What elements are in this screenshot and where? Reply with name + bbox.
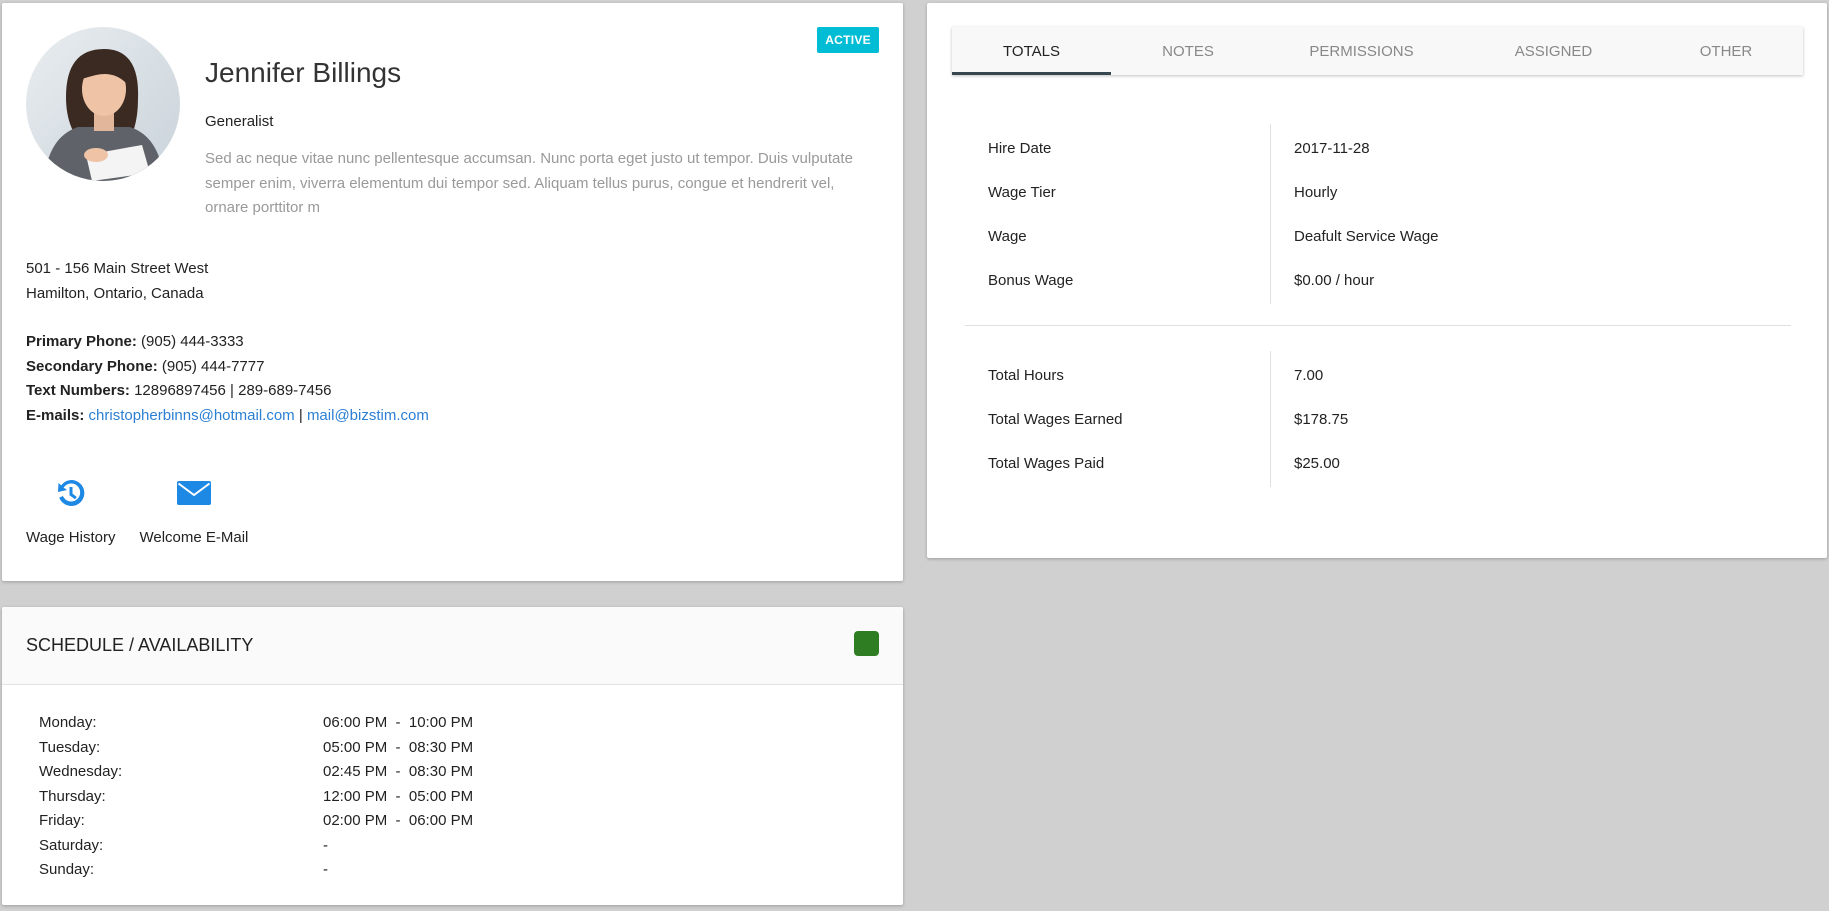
- schedule-card: SCHEDULE / AVAILABILITY Monday: 06:00 PM …: [2, 607, 903, 905]
- emails-separator: |: [298, 406, 303, 424]
- primary-phone-value: (905) 444-3333: [141, 333, 244, 350]
- tab-assigned[interactable]: ASSIGNED: [1458, 27, 1649, 75]
- details-card: TOTALS NOTES PERMISSIONS ASSIGNED OTHER Hire…: [927, 3, 1827, 558]
- schedule-row: Thursday: 12:00 PM - 05:00 PM: [39, 785, 903, 810]
- wage_info-row: Wage Tier Hourly: [988, 170, 1439, 214]
- schedule-day: Sunday:: [39, 861, 95, 878]
- schedule-day: Wednesday:: [39, 763, 123, 780]
- totals-label: Total Wages Earned: [988, 410, 1123, 428]
- tab-other[interactable]: OTHER: [1649, 27, 1803, 75]
- totals-row: Total Hours 7.00: [988, 353, 1348, 397]
- text-numbers-separator: |: [230, 382, 234, 399]
- welcome-email-label: Welcome E-Mail: [139, 529, 249, 546]
- wage_info-row: Hire Date 2017-11-28: [988, 126, 1439, 170]
- schedule-day: Saturday:: [39, 836, 104, 854]
- schedule-row: Monday: 06:00 PM - 10:00 PM: [39, 711, 903, 736]
- wage_info-label: Hire Date: [988, 139, 1052, 157]
- totals-row: Total Wages Earned $178.75: [988, 397, 1348, 441]
- schedule-list: Monday: 06:00 PM - 10:00 PM Tuesday: 05:00 …: [2, 685, 903, 883]
- schedule-day: Thursday:: [39, 787, 106, 805]
- welcome-email-button[interactable]: Welcome E-Mail: [139, 473, 248, 546]
- bio-block: Sed ac neque vitae nunc pellentesque acc…: [26, 147, 866, 221]
- wage_info-value: 2017-11-28: [1294, 139, 1370, 157]
- history-icon: [55, 473, 87, 513]
- tab-totals[interactable]: TOTALS: [952, 27, 1111, 75]
- schedule-row: Saturday: -: [39, 834, 903, 859]
- wage_info-value: Deafult Service Wage: [1294, 227, 1439, 245]
- schedule-row: Wednesday: 02:45 PM - 08:30 PM: [39, 760, 903, 785]
- schedule-row: Sunday: -: [39, 858, 903, 883]
- status-badge: ACTIVE: [817, 27, 879, 53]
- wage_info-label: Wage Tier: [988, 183, 1056, 201]
- emails-row: E-mails: christopherbinns@hotmail.com | …: [26, 404, 429, 429]
- schedule-hours: -: [323, 836, 328, 854]
- wage-history-button[interactable]: Wage History: [26, 473, 115, 546]
- schedule-title: SCHEDULE / AVAILABILITY: [26, 635, 254, 655]
- wage_info-row: Wage Deafult Service Wage: [988, 214, 1439, 258]
- text-number-1: 12896897456: [134, 382, 226, 399]
- schedule-row: Friday: 02:00 PM - 06:00 PM: [39, 809, 903, 834]
- schedule-hours: 02:00 PM - 06:00 PM: [323, 812, 474, 829]
- wage-history-label: Wage History: [26, 529, 116, 546]
- schedule-day: Friday:: [39, 812, 85, 829]
- address-line-2: Hamilton, Ontario, Canada: [26, 284, 204, 302]
- emails-label: E-mails:: [26, 406, 85, 424]
- schedule-day: Tuesday:: [39, 738, 101, 756]
- profile-name: Jennifer Billings: [205, 57, 402, 88]
- profile-card: ACTIVE Jennifer Billings Generalist Sed …: [2, 3, 903, 581]
- email-link-1[interactable]: christopherbinns@hotmail.com: [89, 407, 295, 424]
- tab-permissions[interactable]: PERMISSIONS: [1265, 27, 1458, 75]
- text-number-2: 289-689-7456: [238, 382, 332, 399]
- schedule-hours: 12:00 PM - 05:00 PM: [323, 787, 474, 805]
- envelope-icon: [176, 473, 211, 513]
- totals-value: $25.00: [1294, 454, 1340, 472]
- totals-value: 7.00: [1294, 366, 1324, 384]
- schedule-hours: -: [323, 861, 328, 878]
- schedule-hours: 02:45 PM - 08:30 PM: [323, 763, 474, 780]
- profile-actions: Wage History Welcome E-Mail: [26, 473, 248, 546]
- schedule-header: SCHEDULE / AVAILABILITY: [2, 607, 903, 685]
- text-numbers-label: Text Numbers:: [26, 382, 130, 399]
- totals-table: Total Hours 7.00 Total Wages Earned $178.75…: [988, 353, 1348, 485]
- wage_info-value: Hourly: [1294, 183, 1338, 201]
- address-line-1: 501 - 156 Main Street West: [26, 260, 209, 277]
- wage_info-label: Wage: [988, 227, 1027, 245]
- schedule-status-toggle[interactable]: [854, 631, 879, 656]
- wage_info-label: Bonus Wage: [988, 271, 1074, 289]
- details-tabs: TOTALS NOTES PERMISSIONS ASSIGNED OTHER: [952, 27, 1803, 75]
- profile-role: Generalist: [205, 113, 274, 130]
- totals-label: Total Wages Paid: [988, 454, 1105, 472]
- secondary-phone-value: (905) 444-7777: [161, 357, 265, 375]
- secondary-phone-label: Secondary Phone:: [26, 357, 158, 375]
- totals-row: Total Wages Paid $25.00: [988, 441, 1348, 485]
- secondary-phone-row: Secondary Phone: (905) 444-7777: [26, 355, 429, 380]
- schedule-day: Monday:: [39, 714, 97, 731]
- totals-label: Total Hours: [988, 366, 1064, 384]
- wage-info-table: Hire Date 2017-11-28 Wage Tier Hourly Wage De…: [988, 126, 1439, 302]
- contact-block: Primary Phone: (905) 444-3333 Secondary …: [26, 330, 429, 428]
- wage_info-row: Bonus Wage $0.00 / hour: [988, 258, 1439, 302]
- text-numbers-row: Text Numbers: 12896897456 | 289-689-7456: [26, 379, 429, 404]
- address-block: 501 - 156 Main Street West Hamilton, Ont…: [26, 257, 208, 306]
- primary-phone-label: Primary Phone:: [26, 333, 137, 350]
- tab-notes[interactable]: NOTES: [1111, 27, 1265, 75]
- primary-phone-row: Primary Phone: (905) 444-3333: [26, 330, 429, 355]
- schedule-row: Tuesday: 05:00 PM - 08:30 PM: [39, 736, 903, 761]
- section-divider: [965, 325, 1791, 326]
- schedule-hours: 05:00 PM - 08:30 PM: [323, 738, 474, 756]
- schedule-hours: 06:00 PM - 10:00 PM: [323, 714, 474, 731]
- wage_info-value: $0.00 / hour: [1294, 271, 1375, 289]
- totals-value: $178.75: [1294, 410, 1349, 428]
- email-link-2[interactable]: mail@bizstim.com: [307, 407, 429, 424]
